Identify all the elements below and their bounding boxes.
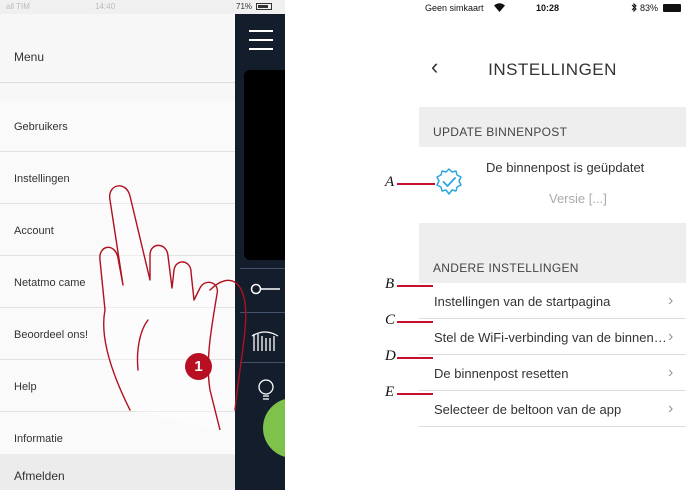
callout-e: E xyxy=(385,384,395,400)
logout-button[interactable]: Afmelden xyxy=(0,454,235,490)
chevron-right-icon: › xyxy=(668,400,674,417)
menu-item-label: Account xyxy=(14,225,54,237)
menu-header: Menu xyxy=(0,14,235,83)
menu-title: Menu xyxy=(14,50,45,64)
callout-line xyxy=(397,321,433,323)
settings-row-label: Stel de WiFi-verbinding van de binnenpos… xyxy=(434,330,669,345)
callout-c: C xyxy=(385,312,396,328)
section-header-label: ANDERE INSTELLINGEN xyxy=(433,261,579,275)
hamburger-menu-icon[interactable] xyxy=(249,30,273,52)
status-bar: Geen simkaart 10:28 83% xyxy=(419,0,686,16)
nav-bar: ‹ INSTELLINGEN xyxy=(419,16,686,107)
right-phone-screen: Geen simkaart 10:28 83% ‹ INSTELLINGEN U… xyxy=(419,0,686,490)
section-header-label: UPDATE BINNENPOST xyxy=(433,125,568,139)
bluetooth-icon xyxy=(631,2,637,14)
settings-row-ringtone[interactable]: Selecteer de beltoon van de app › xyxy=(419,391,686,427)
callout-b: B xyxy=(385,276,395,292)
chevron-right-icon: › xyxy=(668,328,674,345)
settings-row-reset[interactable]: De binnenpost resetten › xyxy=(419,355,686,391)
step-badge: 1 xyxy=(185,353,212,380)
section-header-other: ANDERE INSTELLINGEN xyxy=(419,223,686,283)
status-time: 10:28 xyxy=(536,3,560,13)
callout-a: A xyxy=(385,174,395,190)
settings-row-startpage[interactable]: Instellingen van de startpagina › xyxy=(419,283,686,319)
version-label: Versie [...] xyxy=(549,191,607,206)
menu-item-label: Informatie xyxy=(14,433,63,445)
settings-row-wifi[interactable]: Stel de WiFi-verbinding van de binnenpos… xyxy=(419,319,686,355)
battery-percent: 71% xyxy=(236,2,253,11)
menu-item-label: Gebruikers xyxy=(14,121,68,133)
page-title: INSTELLINGEN xyxy=(488,60,617,79)
settings-row-label: De binnenpost resetten xyxy=(434,366,569,381)
callout-line xyxy=(397,393,433,395)
carrier-label: all TIM xyxy=(6,2,30,11)
callout-line xyxy=(397,357,433,359)
status-time: 14:40 xyxy=(95,2,116,11)
battery-percent: 83% xyxy=(640,3,659,13)
wifi-icon xyxy=(494,3,505,14)
update-message: De binnenpost is geüpdatet xyxy=(486,160,645,175)
chevron-right-icon: › xyxy=(668,364,674,381)
pointing-hand-icon xyxy=(99,185,247,430)
blank-area xyxy=(419,427,686,490)
section-header-update: UPDATE BINNENPOST xyxy=(419,107,686,147)
battery-icon xyxy=(256,3,272,10)
menu-item-gebruikers[interactable]: Gebruikers xyxy=(0,100,235,152)
update-status-card: De binnenpost is geüpdatet Versie [...] xyxy=(419,147,686,223)
gear-check-icon xyxy=(436,168,462,195)
logout-label: Afmelden xyxy=(14,469,65,483)
battery-icon xyxy=(663,4,681,12)
carrier-label: Geen simkaart xyxy=(425,3,484,13)
left-phone-screen: all TIM 14:40 71% Menu Gebruikers Instel… xyxy=(0,0,285,490)
status-bar: all TIM 14:40 71% xyxy=(0,0,285,14)
callout-line xyxy=(397,285,433,287)
settings-row-label: Instellingen van de startpagina xyxy=(434,294,611,309)
callout-line xyxy=(397,183,435,185)
settings-row-label: Selecteer de beltoon van de app xyxy=(434,402,622,417)
callout-d: D xyxy=(385,348,396,364)
chevron-right-icon: › xyxy=(668,292,674,309)
menu-item-label: Help xyxy=(14,381,37,393)
